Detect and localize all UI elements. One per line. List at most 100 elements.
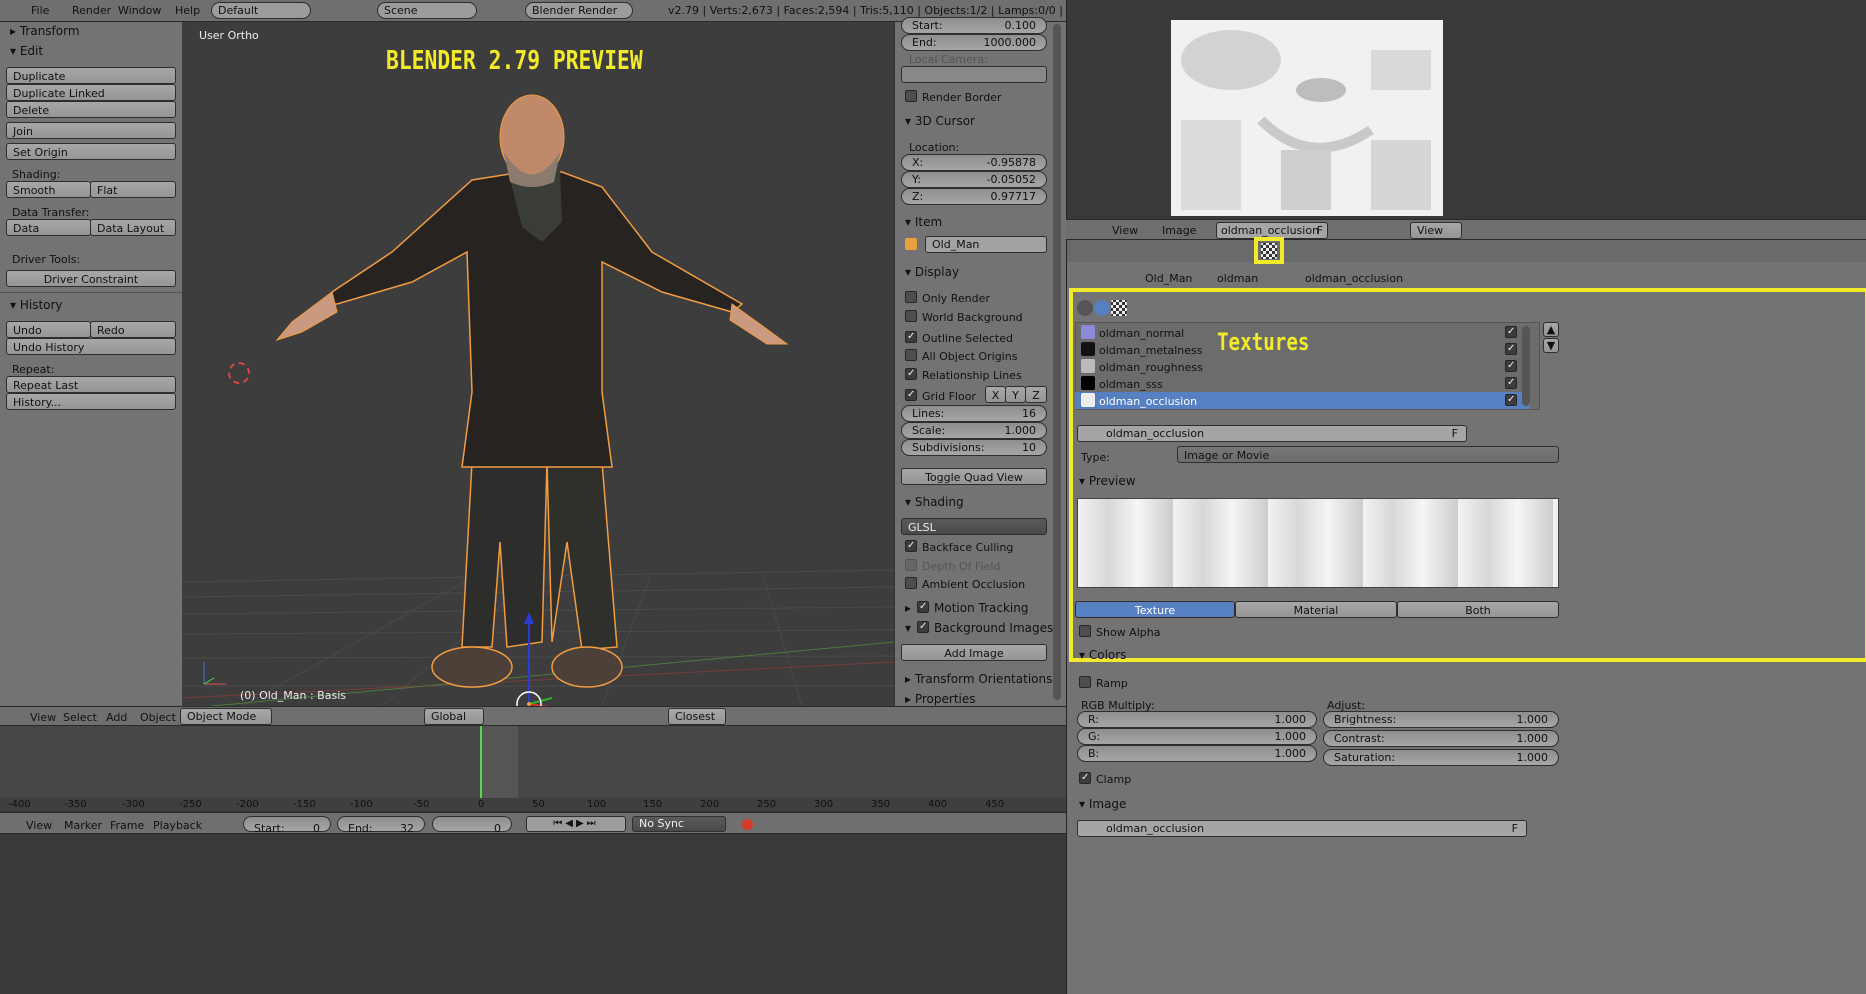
menu-render[interactable]: Render	[72, 4, 111, 17]
texture-type-dropdown[interactable]: Image or Movie	[1177, 446, 1559, 463]
render-engine-select[interactable]: Blender Render	[525, 2, 633, 19]
render-border-checkbox[interactable]	[905, 90, 917, 102]
all-object-origins-checkbox[interactable]	[905, 349, 917, 361]
material-texture-icon[interactable]	[1094, 300, 1110, 316]
panel-header-item[interactable]: ▾ Item	[905, 215, 942, 229]
timeline-current-frame-field[interactable]: 0	[432, 816, 512, 835]
brightness-field[interactable]: Brightness: 1.000	[1323, 711, 1559, 728]
panel-header-edit[interactable]: ▾ Edit	[10, 44, 43, 58]
panel-header-properties[interactable]: ▸ Properties	[905, 692, 976, 706]
driver-constraint-button[interactable]: Driver Constraint	[6, 270, 176, 287]
menu-window[interactable]: Window	[118, 4, 161, 17]
menu-view[interactable]: View	[30, 711, 56, 724]
undo-history-button[interactable]: Undo History	[6, 338, 176, 355]
object-mode-dropdown[interactable]: Object Mode	[180, 708, 272, 725]
breadcrumb-material[interactable]: oldman	[1217, 273, 1258, 284]
slot-enable-checkbox[interactable]	[1505, 360, 1517, 372]
world-texture-icon[interactable]	[1077, 300, 1093, 316]
panel-header-3d-cursor[interactable]: ▾ 3D Cursor	[905, 114, 975, 128]
3d-viewport[interactable]: User Ortho BLENDER 2.79 PREVIEW (0) Old_…	[182, 22, 894, 706]
add-image-button[interactable]: Add Image	[901, 644, 1047, 661]
panel-header-transform[interactable]: ▸ Transform	[10, 24, 80, 38]
grid-y-toggle[interactable]: Y	[1005, 386, 1026, 403]
image-menu-view[interactable]: View	[1112, 225, 1138, 236]
clip-end-field[interactable]: End: 1000.000	[901, 34, 1047, 51]
menu-file[interactable]: File	[31, 4, 49, 17]
delete-button[interactable]: Delete	[6, 101, 176, 118]
preview-tab-texture[interactable]: Texture	[1075, 601, 1235, 618]
slot-list-scrollbar[interactable]	[1522, 326, 1530, 406]
toggle-quad-view-button[interactable]: Toggle Quad View	[901, 468, 1047, 485]
current-frame-line[interactable]	[480, 726, 482, 798]
duplicate-linked-button[interactable]: Duplicate Linked	[6, 84, 176, 101]
repeat-last-button[interactable]: Repeat Last	[6, 376, 176, 393]
image-datablock-field[interactable]: oldman_occlusion F	[1077, 820, 1527, 837]
grid-scale-field[interactable]: Scale: 1.000	[901, 422, 1047, 439]
menu-help[interactable]: Help	[175, 4, 200, 17]
ambient-occlusion-checkbox[interactable]	[905, 577, 917, 589]
world-background-checkbox[interactable]	[905, 310, 917, 322]
join-button[interactable]: Join	[6, 122, 176, 139]
set-origin-dropdown[interactable]: Set Origin	[6, 143, 176, 160]
panel-header-colors[interactable]: ▾ Colors	[1079, 648, 1126, 662]
duplicate-button[interactable]: Duplicate	[6, 67, 176, 84]
preview-tab-material[interactable]: Material	[1235, 601, 1397, 618]
rgb-g-field[interactable]: G: 1.000	[1077, 728, 1317, 745]
panel-header-image[interactable]: ▾ Image	[1079, 797, 1126, 811]
breadcrumb-texture[interactable]: oldman_occlusion	[1305, 273, 1403, 284]
outline-selected-checkbox[interactable]	[905, 331, 917, 343]
3d-cursor-icon[interactable]	[228, 362, 250, 384]
panel-header-shading[interactable]: ▾ Shading	[905, 495, 964, 509]
undo-button[interactable]: Undo	[6, 321, 91, 338]
item-name-field[interactable]: Old_Man	[925, 236, 1047, 253]
slot-row-oldman-occlusion[interactable]: oldman_occlusion	[1075, 392, 1530, 409]
flat-button[interactable]: Flat	[90, 181, 176, 198]
orientation-dropdown[interactable]: Global	[424, 708, 484, 725]
screen-layout-select[interactable]: Default	[211, 2, 311, 19]
local-camera-field[interactable]	[901, 66, 1047, 83]
grid-subdivisions-field[interactable]: Subdivisions: 10	[901, 439, 1047, 456]
ramp-checkbox[interactable]	[1079, 676, 1091, 688]
grid-lines-field[interactable]: Lines: 16	[901, 405, 1047, 422]
clip-start-field[interactable]: Start: 0.100	[901, 17, 1047, 34]
grid-floor-checkbox[interactable]	[905, 389, 917, 401]
menu-object[interactable]: Object	[140, 711, 176, 724]
sync-mode-dropdown[interactable]: No Sync	[632, 816, 726, 832]
image-view-dropdown[interactable]: View	[1410, 222, 1462, 239]
show-alpha-checkbox[interactable]	[1079, 625, 1091, 637]
panel-header-preview[interactable]: ▾ Preview	[1079, 474, 1136, 488]
menu-add[interactable]: Add	[106, 711, 127, 724]
timeline-menu-marker[interactable]: Marker	[64, 819, 102, 832]
cursor-y-field[interactable]: Y: -0.05052	[901, 171, 1047, 188]
motion-tracking-checkbox[interactable]	[917, 601, 929, 613]
scene-select[interactable]: Scene	[377, 2, 477, 19]
snap-target-dropdown[interactable]: Closest	[668, 708, 726, 725]
panel-header-display[interactable]: ▾ Display	[905, 265, 959, 279]
move-slot-up-button[interactable]: ▲	[1543, 322, 1559, 337]
rgb-r-field[interactable]: R: 1.000	[1077, 711, 1317, 728]
playback-controls[interactable]: ⏮◀▶⏭	[526, 816, 626, 832]
panel-header-history[interactable]: ▾ History	[10, 298, 63, 312]
breadcrumb-object[interactable]: Old_Man	[1145, 273, 1192, 284]
menu-select[interactable]: Select	[63, 711, 97, 724]
history-button[interactable]: History...	[6, 393, 176, 410]
slot-row-oldman-sss[interactable]: oldman_sss	[1075, 375, 1530, 392]
backface-culling-checkbox[interactable]	[905, 540, 917, 552]
redo-button[interactable]: Redo	[90, 321, 176, 338]
texture-name-field[interactable]: oldman_occlusion F	[1077, 425, 1467, 442]
depth-of-field-checkbox[interactable]	[905, 559, 917, 571]
record-icon[interactable]	[742, 819, 753, 830]
transform-manipulator-icon[interactable]	[472, 602, 592, 706]
cursor-x-field[interactable]: X: -0.95878	[901, 154, 1047, 171]
shading-mode-dropdown[interactable]: GLSL	[901, 518, 1047, 535]
data-button[interactable]: Data	[6, 219, 91, 236]
background-images-checkbox[interactable]	[917, 621, 929, 633]
slot-enable-checkbox[interactable]	[1505, 394, 1517, 406]
contrast-field[interactable]: Contrast: 1.000	[1323, 730, 1559, 747]
relationship-lines-checkbox[interactable]	[905, 368, 917, 380]
panel-header-background-images[interactable]: ▾	[905, 621, 911, 635]
timeline-start-field[interactable]: Start: 0	[243, 816, 331, 835]
only-render-checkbox[interactable]	[905, 291, 917, 303]
slot-enable-checkbox[interactable]	[1505, 343, 1517, 355]
timeline-menu-frame[interactable]: Frame	[110, 819, 144, 832]
